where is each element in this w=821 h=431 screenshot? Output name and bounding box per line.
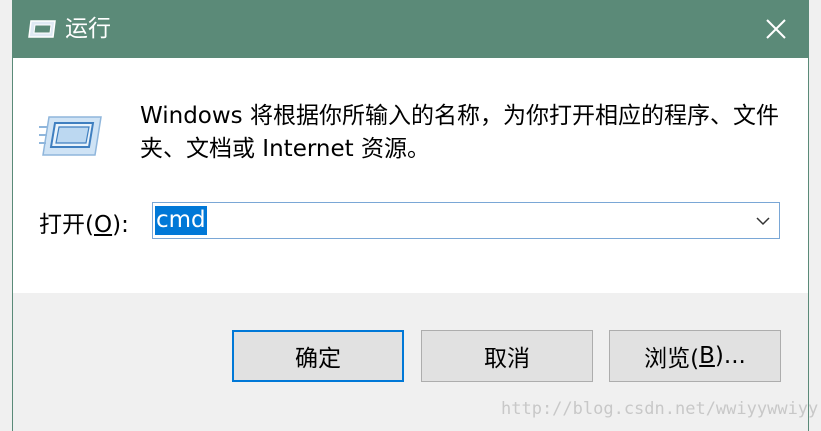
watermark: http://blog.csdn.net/wwiyywwiyy	[501, 399, 819, 419]
dialog-description: Windows 将根据你所输入的名称，为你打开相应的程序、文件夹、文档或 Int…	[140, 103, 779, 162]
open-label-hotkey: O	[93, 212, 113, 238]
run-dialog: 运行 Windows 将根据你所输入的名称，为你打开相应的程序、文件夹、文档或 …	[12, 0, 818, 431]
run-app-icon	[28, 20, 56, 38]
chevron-down-icon[interactable]	[755, 214, 771, 228]
title-bar[interactable]: 运行	[13, 0, 808, 58]
run-dialog-icon	[39, 116, 102, 156]
close-icon	[766, 19, 786, 39]
browse-button[interactable]: 浏览(B)...	[609, 330, 781, 382]
close-button[interactable]	[744, 0, 808, 58]
open-label: 打开(O):	[39, 212, 129, 238]
dialog-body: Windows 将根据你所输入的名称，为你打开相应的程序、文件夹、文档或 Int…	[13, 58, 808, 293]
cancel-button[interactable]: 取消	[421, 330, 593, 382]
open-input-value[interactable]: cmd	[155, 206, 207, 235]
open-combobox[interactable]: cmd	[152, 202, 780, 239]
window-title: 运行	[65, 16, 111, 42]
ok-button[interactable]: 确定	[232, 330, 404, 382]
